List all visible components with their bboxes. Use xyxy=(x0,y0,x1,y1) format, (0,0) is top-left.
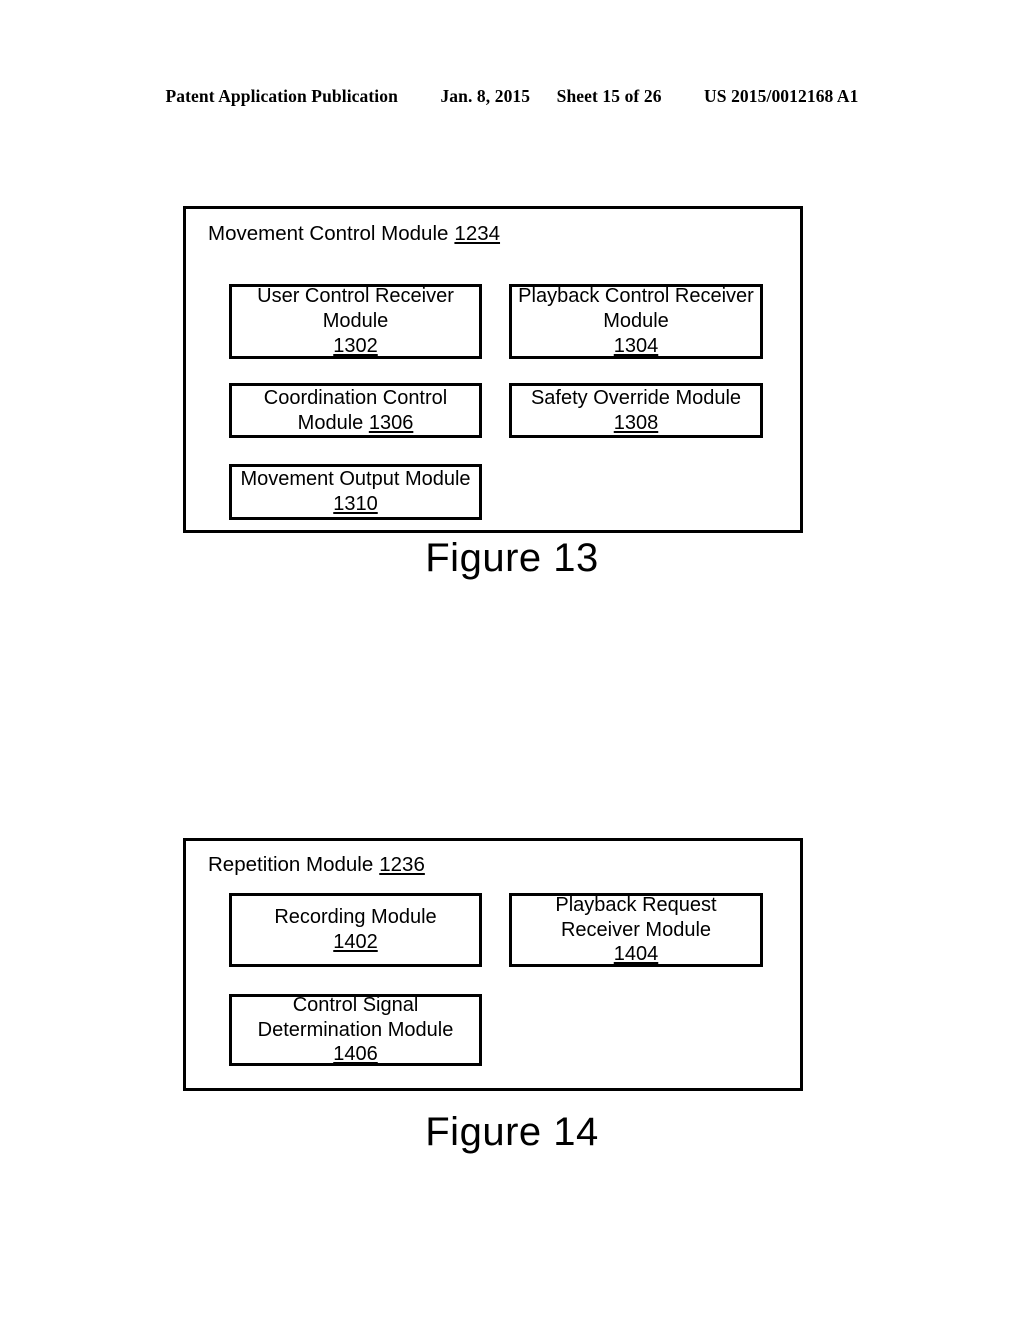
recording-module-line1: Recording Module xyxy=(274,906,437,929)
coordination-control-module-ref: 1306 xyxy=(368,411,414,434)
user-control-receiver-module-box: User Control Receiver Module 1302 xyxy=(229,284,482,359)
header-patent-number: US 2015/0012168 A1 xyxy=(704,86,859,106)
figure-13-outer-box: Movement Control Module 1234 User Control… xyxy=(183,206,803,533)
coordination-control-module-line2-text: Module xyxy=(297,411,369,434)
control-signal-determination-module-line1: Control Signal xyxy=(292,993,419,1016)
patent-header: Patent Application Publication Jan. 8, 2… xyxy=(0,86,1024,107)
user-control-receiver-module-line1: User Control Receiver xyxy=(257,285,454,308)
header-sheet-label: Sheet 15 of 26 xyxy=(556,86,662,106)
header-publication-label: Patent Application Publication xyxy=(165,86,398,106)
control-signal-determination-module-line2: Determination Module xyxy=(257,1018,454,1041)
playback-control-receiver-module-line1: Playback Control Receiver xyxy=(518,285,754,308)
repetition-module-ref: 1236 xyxy=(379,853,425,876)
coordination-control-module-box: Coordination Control Module 1306 xyxy=(229,383,482,438)
safety-override-module-ref: 1308 xyxy=(613,411,659,434)
movement-output-module-ref: 1310 xyxy=(333,493,378,515)
movement-control-module-heading: Movement Control Module 1234 xyxy=(208,222,501,245)
figure-14-outer-box: Repetition Module 1236 Recording Module 1… xyxy=(183,838,803,1091)
repetition-module-title: Repetition Module xyxy=(208,853,374,876)
recording-module-box: Recording Module 1402 xyxy=(229,893,482,967)
figure-14-caption: Figure 14 xyxy=(425,1110,599,1154)
movement-output-module-box: Movement Output Module 1310 xyxy=(229,464,482,520)
playback-control-receiver-module-box: Playback Control Receiver Module 1304 xyxy=(509,284,763,359)
playback-request-receiver-module-ref: 1404 xyxy=(613,943,659,966)
figure-13-caption: Figure 13 xyxy=(425,536,599,580)
playback-request-receiver-module-line1: Playback Request xyxy=(555,893,717,916)
safety-override-module-box: Safety Override Module 1308 xyxy=(509,383,763,438)
recording-module-ref: 1402 xyxy=(333,931,378,953)
user-control-receiver-module-line2: Module xyxy=(322,310,389,333)
control-signal-determination-module-ref: 1406 xyxy=(333,1043,378,1066)
control-signal-determination-module-box: Control Signal Determination Module 1406 xyxy=(229,994,482,1066)
movement-control-module-title: Movement Control Module xyxy=(208,222,449,245)
playback-request-receiver-module-box: Playback Request Receiver Module 1404 xyxy=(509,893,763,967)
header-date-label: Jan. 8, 2015 xyxy=(440,86,531,106)
playback-control-receiver-module-line2: Module xyxy=(603,310,669,333)
movement-control-module-ref: 1234 xyxy=(454,222,501,245)
repetition-module-heading: Repetition Module 1236 xyxy=(208,853,425,876)
playback-control-receiver-module-ref: 1304 xyxy=(613,334,659,357)
user-control-receiver-module-ref: 1302 xyxy=(333,334,378,357)
safety-override-module-line1: Safety Override Module xyxy=(530,386,742,409)
movement-output-module-line1: Movement Output Module xyxy=(240,468,471,491)
coordination-control-module-line2: Module 1306 xyxy=(298,411,414,436)
coordination-control-module-line1: Coordination Control xyxy=(263,386,448,409)
playback-request-receiver-module-line2: Receiver Module xyxy=(560,918,712,941)
